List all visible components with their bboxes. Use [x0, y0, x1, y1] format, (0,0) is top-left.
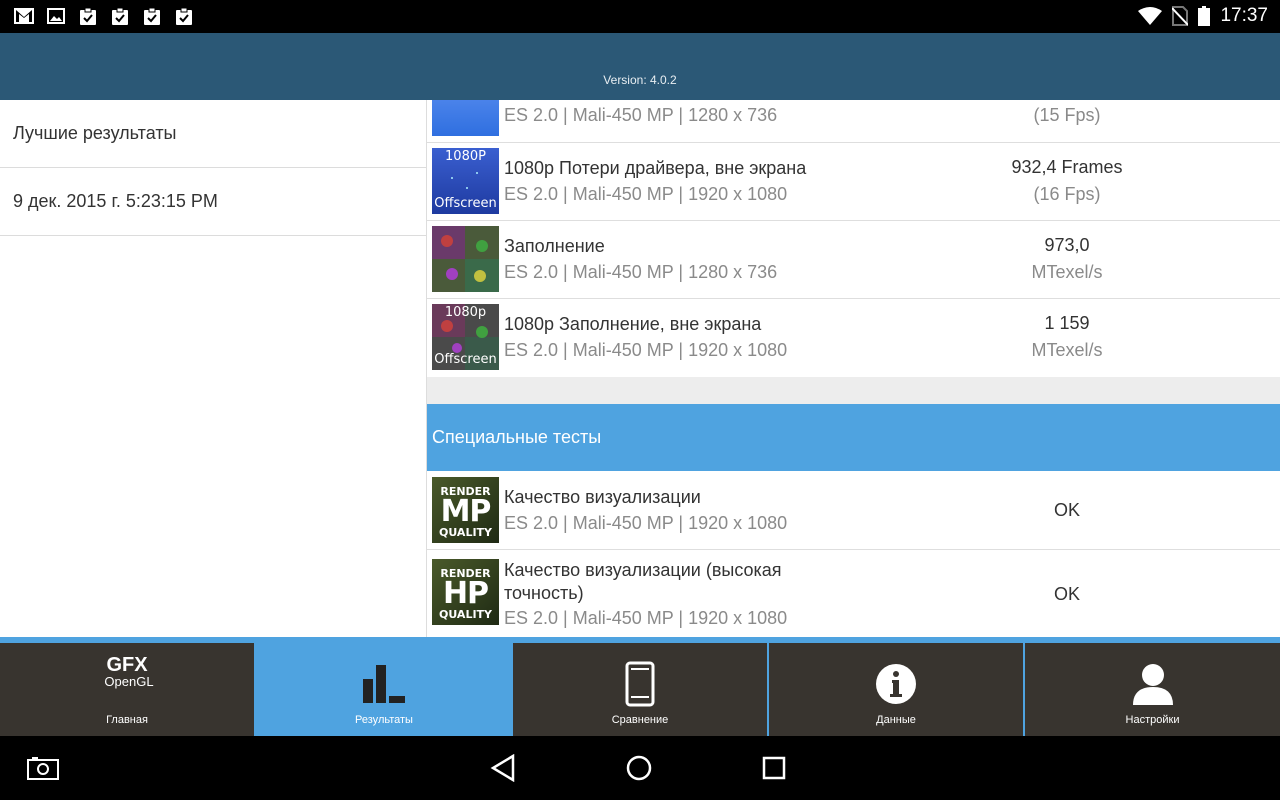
test-thumbnail: 1080p Offscreen — [432, 304, 499, 370]
result-subtitle: ES 2.0 | Mali-450 MP | 1280 x 736 — [504, 105, 778, 125]
status-bar: 17:37 — [0, 0, 1280, 33]
recents-icon[interactable] — [762, 756, 786, 780]
thumb-label-top: 1080P — [445, 149, 486, 164]
result-row[interactable]: RENDER HP QUALITY Качество визуализации … — [427, 550, 1280, 637]
tab-results[interactable]: Результаты — [257, 643, 511, 736]
result-subtitle: ES 2.0 | Mali-450 MP | 1280 x 736 — [504, 262, 778, 282]
result-subtitle: ES 2.0 | Mali-450 MP | 1920 x 1080 — [504, 608, 788, 628]
thumb-label-bottom: QUALITY — [438, 608, 493, 621]
tab-label: Настройки — [1125, 714, 1180, 726]
notification-icons — [14, 7, 194, 25]
tab-label: Результаты — [355, 714, 413, 726]
result-unit: MTexel/s — [1031, 340, 1103, 360]
result-status: OK — [1053, 584, 1080, 604]
result-title: Качество визуализации — [504, 487, 701, 507]
result-status: OK — [1053, 500, 1080, 520]
result-unit: MTexel/s — [1031, 262, 1103, 282]
tab-settings[interactable]: Настройки — [1025, 643, 1280, 736]
clock: 17:37 — [1220, 5, 1268, 26]
result-title: Заполнение — [504, 236, 605, 256]
thumb-label-bottom: QUALITY — [438, 526, 493, 539]
back-icon[interactable] — [490, 754, 516, 782]
phone-icon — [513, 661, 767, 707]
result-row[interactable]: 1080P Offscreen 1080p Потери драйвера, в… — [427, 143, 1280, 221]
home-icon[interactable] — [625, 754, 653, 782]
test-thumbnail: 1080P Offscreen — [432, 148, 499, 214]
tab-label: Сравнение — [611, 714, 669, 726]
results-list[interactable]: ES 2.0 | Mali-450 MP | 1280 x 736 (15 Fp… — [427, 100, 1280, 637]
logo-text-bottom: OpenGL — [104, 674, 154, 689]
tab-compare[interactable]: Сравнение — [513, 643, 767, 736]
test-thumbnail — [432, 100, 499, 136]
gmail-icon — [14, 7, 34, 25]
result-score: 1 159 — [1044, 313, 1090, 333]
tab-label: Данные — [876, 714, 916, 726]
best-results-label: Лучшие результаты — [13, 123, 177, 143]
screenshot-icon[interactable] — [27, 756, 59, 780]
result-score: 932,4 Frames — [1011, 157, 1123, 177]
session-date-item[interactable]: 9 дек. 2015 г. 5:23:15 PM — [0, 168, 426, 236]
clipboard-check-icon — [174, 7, 194, 25]
wifi-icon — [1138, 7, 1163, 25]
info-icon — [769, 663, 1023, 705]
logo-text-top: GFX — [106, 654, 148, 676]
result-row[interactable]: ES 2.0 | Mali-450 MP | 1280 x 736 (15 Fp… — [427, 100, 1280, 143]
person-icon — [1025, 663, 1280, 705]
thumb-label-bottom: Offscreen — [434, 352, 497, 367]
system-navigation-bar — [0, 736, 1280, 800]
app-header: Version: 4.0.2 — [0, 33, 1280, 100]
gfx-logo-icon: GFX OpenGL — [0, 655, 254, 689]
result-sessions-panel: Лучшие результаты 9 дек. 2015 г. 5:23:15… — [0, 100, 427, 637]
thumb-label-mid: HP — [442, 576, 489, 611]
result-row[interactable]: Заполнение ES 2.0 | Mali-450 MP | 1280 x… — [427, 221, 1280, 299]
clipboard-check-icon — [78, 7, 98, 25]
result-title: 1080p Заполнение, вне экрана — [504, 314, 762, 334]
result-fps: (15 Fps) — [1033, 105, 1101, 125]
version-label: Version: 4.0.2 — [603, 73, 677, 87]
result-subtitle: ES 2.0 | Mali-450 MP | 1920 x 1080 — [504, 184, 788, 204]
thumb-label-bottom: Offscreen — [434, 196, 497, 211]
result-row[interactable]: 1080p Offscreen 1080p Заполнение, вне эк… — [427, 299, 1280, 377]
clipboard-check-icon — [110, 7, 130, 25]
battery-icon — [1198, 6, 1211, 26]
session-date-label: 9 дек. 2015 г. 5:23:15 PM — [13, 191, 218, 211]
result-title: 1080p Потери драйвера, вне экрана — [504, 158, 807, 178]
bottom-tab-bar: GFX OpenGL Главная Результаты Сравнение … — [0, 637, 1280, 736]
result-score: 973,0 — [1044, 235, 1090, 255]
result-fps: (16 Fps) — [1033, 184, 1101, 204]
bar-chart-icon — [257, 663, 511, 705]
result-subtitle: ES 2.0 | Mali-450 MP | 1920 x 1080 — [504, 513, 788, 533]
system-icons: 17:37 — [1138, 5, 1268, 27]
clipboard-check-icon — [142, 7, 162, 25]
section-header-special-tests: Специальные тесты — [427, 404, 1280, 471]
tab-home[interactable]: GFX OpenGL Главная — [0, 643, 254, 736]
test-thumbnail: RENDER MP QUALITY — [432, 477, 499, 543]
result-title: Качество визуализации (высокая точность) — [504, 560, 782, 603]
tab-label: Главная — [106, 714, 148, 726]
test-thumbnail — [432, 226, 499, 292]
thumb-label-top: 1080p — [444, 305, 487, 320]
no-sim-icon — [1172, 6, 1189, 26]
result-subtitle: ES 2.0 | Mali-450 MP | 1920 x 1080 — [504, 340, 788, 360]
thumb-label-mid: MP — [440, 494, 492, 529]
best-results-item[interactable]: Лучшие результаты — [0, 100, 426, 168]
test-thumbnail: RENDER HP QUALITY — [432, 559, 499, 625]
result-row[interactable]: RENDER MP QUALITY Качество визуализации … — [427, 471, 1280, 550]
section-spacer — [427, 377, 1280, 404]
section-title: Специальные тесты — [432, 427, 602, 447]
gallery-icon — [46, 7, 66, 25]
tab-data[interactable]: Данные — [769, 643, 1023, 736]
